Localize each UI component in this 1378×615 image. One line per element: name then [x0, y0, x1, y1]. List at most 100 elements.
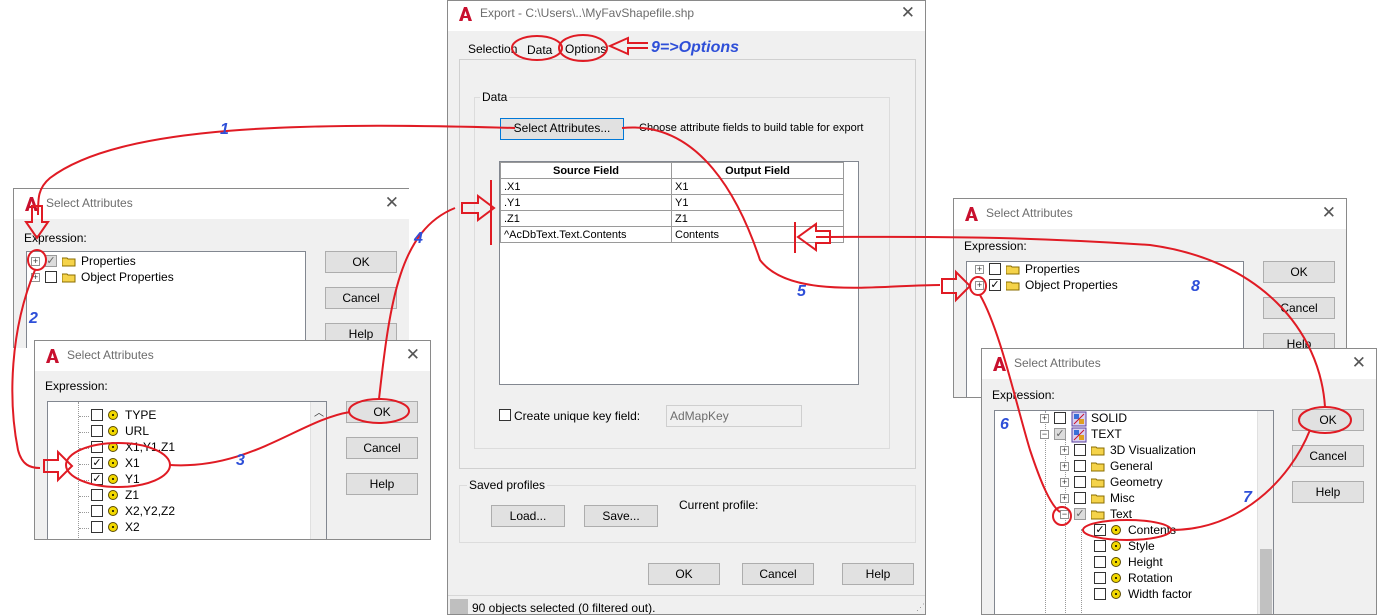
ok-button[interactable]: OK — [1263, 261, 1335, 283]
scrollbar[interactable]: ︿ — [310, 402, 326, 539]
table-row[interactable]: .X1 X1 — [500, 178, 844, 195]
expand-icon[interactable]: + — [1040, 414, 1049, 423]
checkbox-icon[interactable]: ✓ — [91, 473, 103, 485]
output-field-cell[interactable]: Y1 — [671, 194, 844, 211]
cancel-button[interactable]: Cancel — [1263, 297, 1335, 319]
table-row[interactable]: .Z1 Z1 — [500, 210, 844, 227]
folder-icon — [62, 273, 76, 283]
output-field-cell[interactable]: Z1 — [671, 210, 844, 227]
ok-button[interactable]: OK — [346, 401, 418, 423]
cancel-button[interactable]: Cancel — [325, 287, 397, 309]
tree-item-label: TEXT — [1091, 427, 1122, 441]
checkbox-icon[interactable] — [91, 505, 103, 517]
expand-icon[interactable]: + — [1060, 478, 1069, 487]
select-attributes-dialog-left-back: Select Attributes ✕ Expression: + ✓ Prop… — [13, 188, 409, 348]
close-icon[interactable]: ✕ — [406, 345, 420, 365]
checkbox-icon[interactable] — [91, 425, 103, 437]
help-button[interactable]: Help — [346, 473, 418, 495]
status-bar: 90 objects selected (0 filtered out). ⋰ — [448, 595, 925, 614]
tab-selection[interactable]: Selection — [468, 42, 517, 56]
column-header-source[interactable]: Source Field — [500, 162, 672, 179]
cancel-button[interactable]: Cancel — [346, 437, 418, 459]
cancel-button[interactable]: Cancel — [742, 563, 814, 585]
checkbox-icon[interactable] — [1074, 476, 1086, 488]
close-icon[interactable]: ✕ — [1322, 203, 1336, 223]
source-field-cell[interactable]: .Y1 — [500, 194, 672, 211]
expand-icon[interactable]: + — [31, 257, 40, 266]
save-button[interactable]: Save... — [584, 505, 658, 527]
checkbox-icon[interactable] — [45, 271, 57, 283]
resize-grip-icon[interactable]: ⋰ — [916, 602, 925, 613]
title-bar: Export - C:\Users\..\MyFavShapefile.shp … — [448, 1, 925, 31]
checkbox-icon[interactable]: ✓ — [989, 279, 1001, 291]
field-table[interactable]: Source Field Output Field .X1 X1 .Y1 Y1 .Z1 Z… — [500, 162, 844, 243]
checkbox-icon[interactable] — [1094, 540, 1106, 552]
checkbox-icon[interactable] — [91, 489, 103, 501]
expand-icon[interactable]: + — [1060, 494, 1069, 503]
checkbox-icon[interactable] — [1094, 556, 1106, 568]
checkbox-icon[interactable] — [1074, 460, 1086, 472]
checkbox-icon[interactable]: ✓ — [1074, 508, 1086, 520]
help-button[interactable]: Help — [842, 563, 914, 585]
expand-icon[interactable]: + — [975, 265, 984, 274]
ok-button[interactable]: OK — [648, 563, 720, 585]
table-row[interactable]: ^AcDbText.Text.Contents Contents — [500, 226, 844, 243]
checkbox-icon[interactable]: ✓ — [91, 457, 103, 469]
scroll-thumb[interactable] — [1260, 549, 1272, 614]
help-button[interactable]: Help — [1292, 481, 1364, 503]
checkbox-icon[interactable] — [989, 263, 1001, 275]
scroll-up-icon[interactable]: ︿ — [314, 404, 324, 419]
tab-options[interactable]: Options — [565, 42, 606, 56]
expand-icon[interactable]: + — [1060, 462, 1069, 471]
output-field-cell[interactable]: Contents — [671, 226, 844, 243]
ok-button[interactable]: OK — [325, 251, 397, 273]
expand-icon[interactable]: + — [31, 273, 40, 282]
checkbox-icon[interactable] — [1074, 492, 1086, 504]
unique-key-input[interactable]: AdMapKey — [666, 405, 802, 427]
source-field-cell[interactable]: .Z1 — [500, 210, 672, 227]
collapse-icon[interactable]: − — [1060, 510, 1069, 519]
checkbox-icon[interactable]: ✓ — [1094, 524, 1106, 536]
checkbox-icon[interactable]: ✓ — [1054, 428, 1066, 440]
expand-icon[interactable]: + — [1060, 446, 1069, 455]
column-header-output[interactable]: Output Field — [671, 162, 844, 179]
attribute-tree[interactable]: ︿ — [47, 401, 327, 539]
annotation-label-5: 5 — [797, 283, 806, 300]
tree-item-label: TYPE — [125, 408, 157, 422]
cancel-button[interactable]: Cancel — [1292, 445, 1364, 467]
tree-item-label: Properties — [1025, 262, 1080, 276]
table-row[interactable]: .Y1 Y1 — [500, 194, 844, 211]
expression-label: Expression: — [992, 388, 1055, 402]
checkbox-icon[interactable] — [1054, 412, 1066, 424]
collapse-icon[interactable]: − — [1040, 430, 1049, 439]
unique-key-checkbox[interactable] — [499, 409, 511, 421]
annotation-label-8: 8 — [1191, 278, 1200, 295]
ok-button[interactable]: OK — [1292, 409, 1364, 431]
checkbox-icon[interactable] — [91, 441, 103, 453]
close-icon[interactable]: ✕ — [1352, 353, 1366, 373]
source-field-cell[interactable]: .X1 — [500, 178, 672, 195]
checkbox-icon[interactable] — [1074, 444, 1086, 456]
annotation-label-4: 4 — [414, 230, 423, 247]
checkbox-icon[interactable]: ✓ — [45, 255, 57, 267]
output-field-cell[interactable]: X1 — [671, 178, 844, 195]
close-icon[interactable]: ✕ — [385, 193, 399, 213]
unique-key-value: AdMapKey — [670, 409, 729, 423]
annotation-label-7: 7 — [1243, 489, 1252, 506]
checkbox-icon[interactable] — [1094, 572, 1106, 584]
close-icon[interactable]: ✕ — [901, 3, 915, 23]
folder-icon — [1091, 462, 1105, 472]
select-attributes-button[interactable]: Select Attributes... — [500, 118, 624, 140]
load-button[interactable]: Load... — [491, 505, 565, 527]
select-attributes-dialog-left-front: Select Attributes ✕ Expression: ︿ TYPE UR… — [34, 340, 431, 540]
checkbox-icon[interactable] — [91, 521, 103, 533]
checkbox-icon[interactable] — [91, 409, 103, 421]
attribute-tree[interactable]: + ✓ Properties + Object Properties — [26, 251, 306, 348]
expand-icon[interactable]: + — [975, 281, 984, 290]
tree-item-label: SOLID — [1091, 411, 1128, 425]
scrollbar[interactable] — [1257, 411, 1273, 614]
source-field-cell[interactable]: ^AcDbText.Text.Contents — [500, 226, 672, 243]
checkbox-icon[interactable] — [1094, 588, 1106, 600]
tab-data[interactable]: Data — [527, 43, 552, 57]
select-attributes-dialog-right-front: Select Attributes ✕ Expression: + SOLID − ✓… — [981, 348, 1377, 615]
